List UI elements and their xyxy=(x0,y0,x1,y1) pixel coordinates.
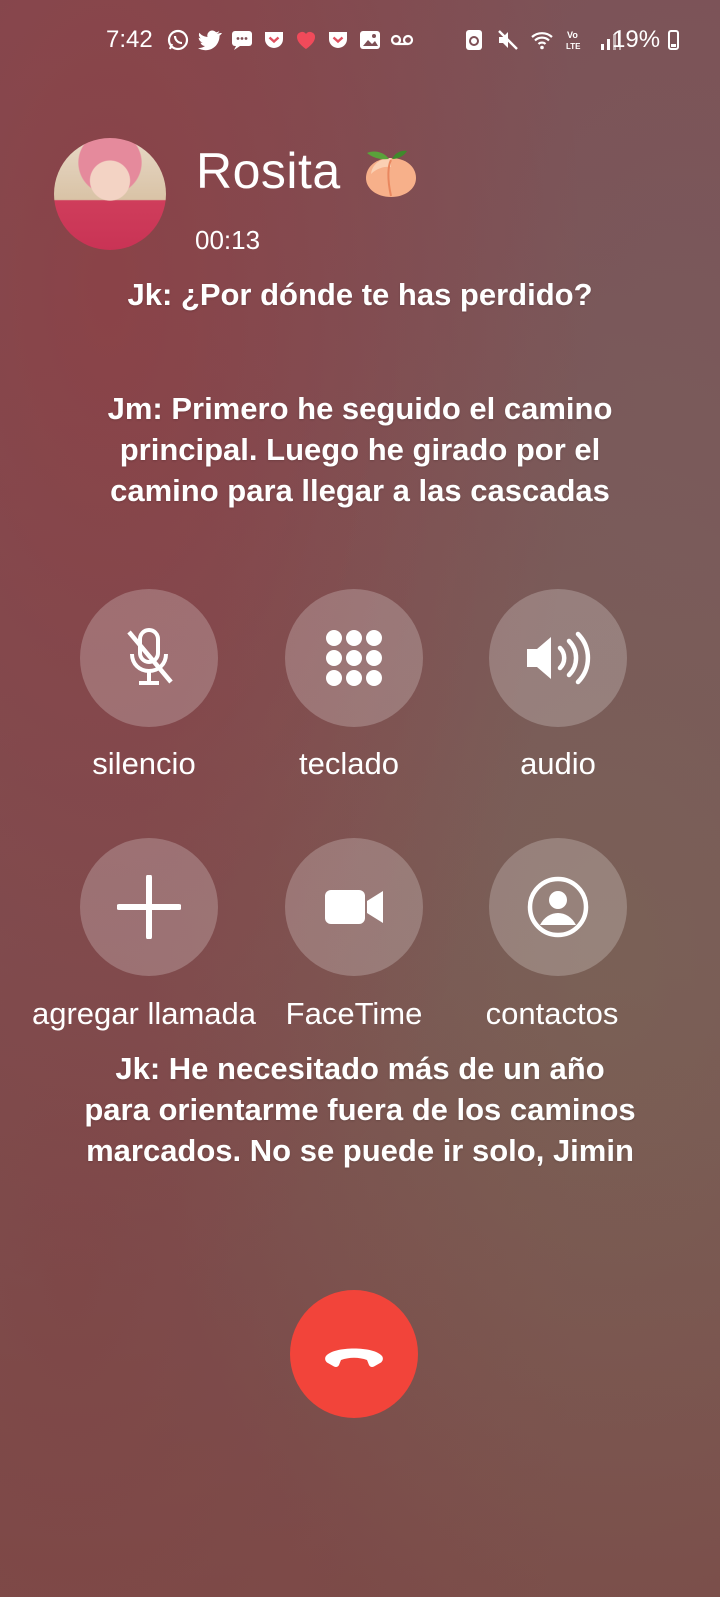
facetime-button[interactable] xyxy=(285,838,423,976)
system-icons: Vo LTE xyxy=(462,28,622,52)
caption-jk-question: Jk: ¿Por dónde te has perdido? xyxy=(127,277,593,312)
caller-avatar xyxy=(54,138,166,250)
message-icon xyxy=(232,31,252,50)
pocket-icon xyxy=(265,32,283,48)
caption-jk-reply: Jk: He necesitado más de un año para ori… xyxy=(84,1051,636,1168)
peach-icon xyxy=(366,150,416,197)
contacts-label: contactos xyxy=(485,996,619,1031)
whatsapp-icon xyxy=(167,29,189,51)
twitter-icon xyxy=(198,30,222,51)
audio-button[interactable] xyxy=(489,589,627,727)
mic-off-icon xyxy=(127,628,173,685)
svg-text:LTE: LTE xyxy=(566,42,581,51)
keypad-button[interactable] xyxy=(285,589,423,727)
end-call-button[interactable] xyxy=(290,1290,418,1418)
gallery-icon xyxy=(360,31,380,49)
volte-icon: Vo LTE xyxy=(566,30,581,51)
caption-jm-answer: Jm: Primero he seguido el camino princip… xyxy=(107,391,613,508)
heart-icon xyxy=(297,31,315,49)
keypad-icon xyxy=(326,630,382,686)
call-duration: 00:13 xyxy=(195,225,261,255)
plus-icon xyxy=(117,875,181,939)
mute-icon xyxy=(498,30,518,50)
pocket-icon xyxy=(329,32,347,48)
audio-label: audio xyxy=(520,746,596,781)
add-call-button[interactable] xyxy=(80,838,218,976)
notification-icons xyxy=(166,28,414,52)
battery-level: 19% xyxy=(612,26,661,53)
contact-icon xyxy=(527,876,589,938)
caller-name: Rosita xyxy=(196,143,341,199)
status-time: 7:42 xyxy=(106,26,153,53)
mute-button[interactable] xyxy=(80,589,218,727)
contacts-button[interactable] xyxy=(489,838,627,976)
hang-up-icon xyxy=(325,1348,383,1367)
video-camera-icon xyxy=(325,890,383,924)
status-bar: 7:42 Vo LTE 19% xyxy=(0,24,720,58)
speaker-icon xyxy=(527,631,591,685)
battery-icon xyxy=(668,30,679,50)
wifi-icon xyxy=(531,32,553,50)
voicemail-icon xyxy=(390,34,414,46)
svg-text:Vo: Vo xyxy=(567,30,578,40)
data-saver-icon xyxy=(466,30,482,50)
